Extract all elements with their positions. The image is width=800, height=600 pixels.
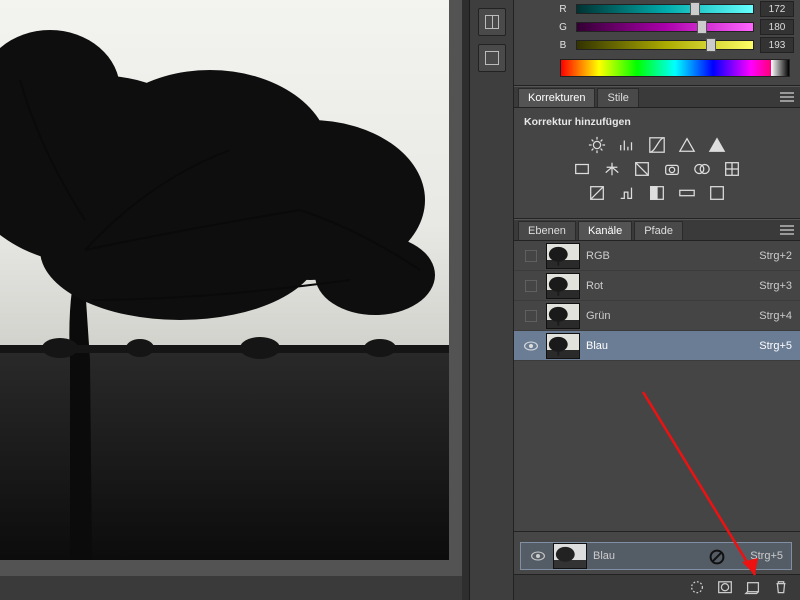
color-b-value[interactable]: 193 bbox=[760, 37, 794, 53]
selective-color-icon[interactable] bbox=[707, 184, 727, 202]
adjustments-panel: Korrekturen Stile Korrektur hinzufügen bbox=[514, 86, 800, 219]
adjustments-subtitle: Korrektur hinzufügen bbox=[524, 116, 790, 128]
channel-name: RGB bbox=[586, 250, 753, 262]
channel-row-rot[interactable]: Rot Strg+3 bbox=[514, 271, 800, 301]
color-r-value[interactable]: 172 bbox=[760, 1, 794, 17]
channel-name: Rot bbox=[586, 280, 753, 292]
channels-panel-footer bbox=[514, 574, 800, 600]
brightness-icon[interactable] bbox=[587, 136, 607, 154]
channel-name: Grün bbox=[586, 310, 753, 322]
document-canvas[interactable] bbox=[0, 0, 449, 560]
levels-icon[interactable] bbox=[617, 136, 637, 154]
color-lookup-icon[interactable] bbox=[722, 160, 742, 178]
tab-korrekturen[interactable]: Korrekturen bbox=[518, 88, 595, 107]
channel-shortcut: Strg+5 bbox=[759, 340, 792, 352]
channel-shortcut: Strg+2 bbox=[759, 250, 792, 262]
invert-icon[interactable] bbox=[587, 184, 607, 202]
channel-thumbnail bbox=[546, 243, 580, 269]
posterize-icon[interactable] bbox=[617, 184, 637, 202]
color-b-slider[interactable] bbox=[576, 40, 754, 50]
channel-row-blau[interactable]: Blau Strg+5 bbox=[514, 331, 800, 361]
visibility-toggle[interactable] bbox=[522, 247, 540, 265]
no-drop-icon bbox=[709, 549, 725, 565]
channel-thumbnail bbox=[546, 333, 580, 359]
channel-row-grün[interactable]: Grün Strg+4 bbox=[514, 301, 800, 331]
tab-kanaele[interactable]: Kanäle bbox=[578, 221, 632, 240]
color-balance-icon[interactable] bbox=[602, 160, 622, 178]
load-selection-icon[interactable] bbox=[688, 580, 706, 596]
visibility-toggle[interactable] bbox=[522, 307, 540, 325]
channels-panel: Ebenen Kanäle Pfade RGB Strg+2 Rot Strg+… bbox=[514, 219, 800, 532]
channel-thumb bbox=[553, 543, 587, 569]
visibility-toggle[interactable] bbox=[522, 337, 540, 355]
panel-menu-icon[interactable] bbox=[778, 90, 796, 104]
spectrum-ramp[interactable] bbox=[560, 59, 790, 77]
canvas-image bbox=[0, 0, 449, 560]
tab-ebenen[interactable]: Ebenen bbox=[518, 221, 576, 240]
save-channel-mask-icon[interactable] bbox=[716, 580, 734, 596]
eye-icon bbox=[529, 547, 547, 565]
channel-mixer-icon[interactable] bbox=[692, 160, 712, 178]
panel-dock-column bbox=[470, 0, 514, 600]
channel-thumbnail bbox=[546, 303, 580, 329]
tab-stile[interactable]: Stile bbox=[597, 88, 638, 107]
channel-thumbnail bbox=[546, 273, 580, 299]
new-channel-icon[interactable] bbox=[744, 580, 762, 596]
channel-shortcut: Strg+3 bbox=[759, 280, 792, 292]
ghost-channel-shortcut: Strg+5 bbox=[750, 550, 783, 562]
curves-icon[interactable] bbox=[647, 136, 667, 154]
color-g-slider[interactable] bbox=[576, 22, 754, 32]
tab-pfade[interactable]: Pfade bbox=[634, 221, 683, 240]
exposure-icon[interactable] bbox=[677, 136, 697, 154]
threshold-icon[interactable] bbox=[647, 184, 667, 202]
dock-panel-icon-2[interactable] bbox=[478, 44, 506, 72]
color-b-label: B bbox=[556, 40, 570, 51]
dock-panel-icon-1[interactable] bbox=[478, 8, 506, 36]
channel-shortcut: Strg+4 bbox=[759, 310, 792, 322]
channel-row-rgb[interactable]: RGB Strg+2 bbox=[514, 241, 800, 271]
trash-icon[interactable] bbox=[772, 580, 790, 596]
color-g-label: G bbox=[556, 22, 570, 33]
color-g-value[interactable]: 180 bbox=[760, 19, 794, 35]
exposure-filled-icon[interactable] bbox=[707, 136, 727, 154]
channel-drag-ghost: Blau Strg+5 bbox=[520, 542, 792, 570]
visibility-toggle[interactable] bbox=[522, 277, 540, 295]
channel-name: Blau bbox=[586, 340, 753, 352]
vibrance-icon[interactable] bbox=[572, 160, 592, 178]
canvas-area[interactable] bbox=[0, 0, 462, 576]
color-r-slider[interactable] bbox=[576, 4, 754, 14]
bw-icon[interactable] bbox=[632, 160, 652, 178]
color-r-label: R bbox=[556, 4, 570, 15]
color-panel: R 172 G 180 B 193 bbox=[514, 0, 800, 86]
photo-filter-icon[interactable] bbox=[662, 160, 682, 178]
gradient-map-icon[interactable] bbox=[677, 184, 697, 202]
channels-panel-menu-icon[interactable] bbox=[778, 223, 796, 237]
